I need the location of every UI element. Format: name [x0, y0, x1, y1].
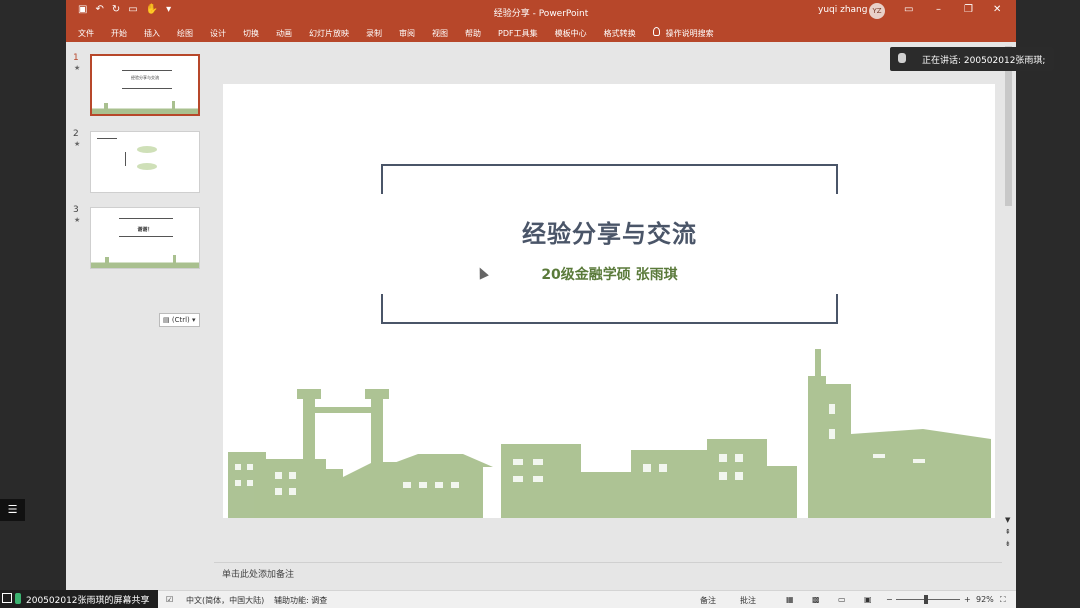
zoom-out-icon[interactable]: −	[886, 595, 893, 604]
tab-help[interactable]: 帮助	[465, 28, 481, 39]
paste-options-label: (Ctrl)	[171, 316, 190, 324]
microphone-icon	[15, 593, 21, 604]
thumb-star-icon: ★	[74, 64, 81, 72]
title-bar: ▣ ↶ ↻ ▭ ✋ ▾ 经验分享 - PowerPoint yuqi zhang…	[66, 0, 1016, 22]
lightbulb-icon	[652, 27, 660, 36]
spellcheck-icon[interactable]: ☑	[166, 595, 173, 604]
zoom-slider-knob[interactable]	[924, 595, 928, 604]
thumb-number-1: 1	[73, 53, 79, 63]
tell-me-search[interactable]: 操作说明搜索	[652, 27, 714, 39]
notes-placeholder: 单击此处添加备注	[222, 570, 295, 580]
tab-pdf-tools[interactable]: PDF工具集	[498, 28, 538, 39]
tab-insert[interactable]: 插入	[144, 28, 160, 39]
close-icon[interactable]: ✕	[993, 4, 1001, 15]
paste-options-button[interactable]: ▤ (Ctrl) ▾	[159, 313, 200, 327]
screen-share-icon	[2, 593, 12, 603]
slide-thumbnail-1[interactable]: 经验分享与交流	[90, 54, 200, 116]
previous-slide-icon[interactable]: ⇞	[1005, 528, 1011, 536]
meeting-speaking-indicator: 正在讲话: 2005020​12张雨琪;	[890, 47, 1054, 71]
tab-view[interactable]: 视图	[432, 28, 448, 39]
fit-slide-icon[interactable]: ⛶	[1000, 595, 1006, 605]
clipboard-icon: ▤	[163, 316, 170, 324]
speaking-label: 正在讲话: 2005020​12张雨琪;	[922, 56, 1046, 66]
slide-thumbnail-2[interactable]	[90, 131, 200, 193]
restore-icon[interactable]: ❐	[964, 4, 973, 15]
slide-canvas[interactable]: 经验分享与交流 20级金融学硕 张雨琪	[223, 84, 995, 518]
avatar[interactable]: YZ	[869, 3, 885, 19]
thumb-title-3: 谢谢！	[137, 227, 153, 233]
tab-file[interactable]: 文件	[78, 28, 94, 39]
screen-share-bar[interactable]: 2005020​12张雨琪的屏幕共享	[0, 590, 158, 608]
ribbon-display-icon[interactable]: ▭	[904, 4, 913, 15]
ribbon-tabs: 文件 开始 插入 绘图 设计 切换 动画 幻灯片放映 录制 审阅 视图 帮助 P…	[66, 22, 1016, 57]
speaker-avatar-icon	[898, 53, 906, 63]
tab-draw[interactable]: 绘图	[177, 28, 193, 39]
user-name[interactable]: yuqi zhang	[818, 5, 867, 15]
slideshow-view-icon[interactable]: ▣	[864, 595, 872, 604]
tab-animations[interactable]: 动画	[276, 28, 292, 39]
tab-record[interactable]: 录制	[366, 28, 382, 39]
notes-pane[interactable]: 单击此处添加备注	[214, 562, 1002, 590]
city-skyline-illustration	[228, 349, 991, 518]
meeting-menu-icon[interactable]: ☰	[0, 499, 25, 521]
normal-view-icon[interactable]: ▦	[786, 595, 794, 604]
zoom-in-icon[interactable]: +	[964, 595, 971, 604]
thumb-title-1: 经验分享与交流	[131, 75, 159, 80]
thumb-star-icon: ★	[74, 216, 81, 224]
tab-slideshow[interactable]: 幻灯片放映	[309, 28, 349, 39]
next-slide-icon[interactable]: ⇟	[1005, 540, 1011, 548]
tab-template-center[interactable]: 模板中心	[555, 28, 587, 39]
vertical-scrollbar[interactable]: ▼ ⇞ ⇟	[1002, 42, 1016, 560]
thumb-number-2: 2	[73, 129, 79, 139]
notes-button[interactable]: 备注	[700, 595, 716, 606]
powerpoint-window: ▣ ↶ ↻ ▭ ✋ ▾ 经验分享 - PowerPoint yuqi zhang…	[66, 0, 1016, 608]
tab-home[interactable]: 开始	[111, 28, 127, 39]
reading-view-icon[interactable]: ▭	[838, 595, 846, 604]
tab-format-convert[interactable]: 格式转换	[604, 28, 636, 39]
zoom-slider[interactable]	[896, 599, 960, 600]
tab-transitions[interactable]: 切换	[243, 28, 259, 39]
screen-share-label: 2005020​12张雨琪的屏幕共享	[26, 596, 150, 606]
scroll-down-icon[interactable]: ▼	[1005, 516, 1010, 524]
slide-sorter-icon[interactable]: ▩	[812, 595, 820, 604]
language-status[interactable]: 中文(简体，中国大陆)	[186, 595, 264, 606]
thumb-star-icon: ★	[74, 140, 81, 148]
comments-button[interactable]: 批注	[740, 595, 756, 606]
right-background-strip	[1016, 0, 1080, 608]
tell-me-label: 操作说明搜索	[665, 29, 714, 38]
zoom-level[interactable]: 92%	[976, 595, 994, 604]
thumb-number-3: 3	[73, 205, 79, 215]
minimize-icon[interactable]: –	[936, 4, 941, 15]
tab-design[interactable]: 设计	[210, 28, 226, 39]
tab-review[interactable]: 审阅	[399, 28, 415, 39]
slide-thumbnail-3[interactable]: 谢谢！	[90, 207, 200, 269]
accessibility-status[interactable]: 辅助功能: 调查	[274, 595, 327, 606]
status-bar: ☑ 中文(简体，中国大陆) 辅助功能: 调查 备注 批注 ▦ ▩ ▭ ▣ − +…	[66, 590, 1016, 608]
slide-thumbnail-pane: 1 ★ 经验分享与交流 2 ★ 3 ★ 谢谢！ ▤ (Ctrl) ▾	[66, 42, 212, 590]
